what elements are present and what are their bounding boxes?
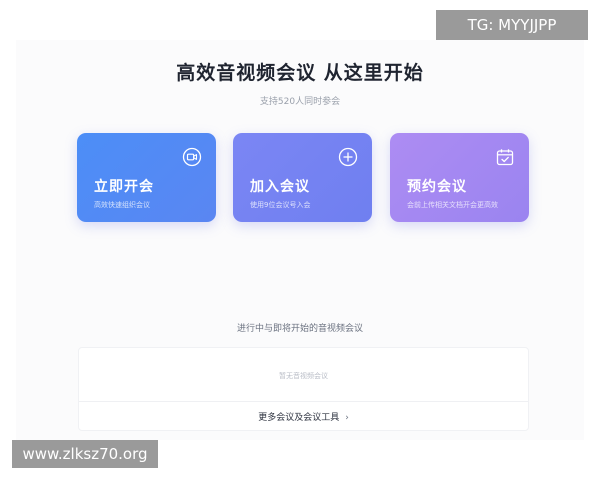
start-meeting-card[interactable]: 立即开会 高效快速组织会议	[77, 133, 216, 222]
tg-watermark: TG: MYYJJPP	[436, 10, 588, 40]
more-meetings-label: 更多会议及会议工具	[258, 413, 340, 423]
card-description: 高效快速组织会议	[94, 201, 150, 209]
meeting-list: 暂无音视频会议 更多会议及会议工具 ›	[78, 347, 529, 431]
page-title: 高效音视频会议 从这里开始	[176, 62, 424, 84]
page-subtitle: 支持520人同时参会	[259, 97, 341, 107]
join-meeting-card[interactable]: 加入会议 使用9位会议号入会	[233, 133, 372, 222]
empty-meetings-text: 暂无音视频会议	[279, 372, 328, 380]
card-title: 加入会议	[250, 179, 310, 195]
card-description: 会前上传相关文档开会更高效	[407, 201, 498, 209]
more-meetings-link[interactable]: 更多会议及会议工具 ›	[79, 410, 528, 423]
schedule-meeting-card[interactable]: 预约会议 会前上传相关文档开会更高效	[390, 133, 529, 222]
card-title: 立即开会	[94, 179, 154, 195]
card-title: 预约会议	[407, 179, 467, 195]
plus-circle-icon	[338, 147, 358, 167]
card-description: 使用9位会议号入会	[250, 201, 311, 209]
calendar-check-icon	[495, 147, 515, 167]
meetings-section-label: 进行中与即将开始的音视频会议	[236, 324, 363, 334]
app-window: 高效音视频会议 从这里开始 支持520人同时参会 立即开会 高效快速组织会议 加…	[0, 0, 600, 480]
video-camera-icon	[182, 147, 202, 167]
list-divider	[79, 401, 528, 402]
site-watermark: www.zlksz70.org	[12, 440, 158, 468]
chevron-right-icon: ›	[345, 413, 349, 423]
